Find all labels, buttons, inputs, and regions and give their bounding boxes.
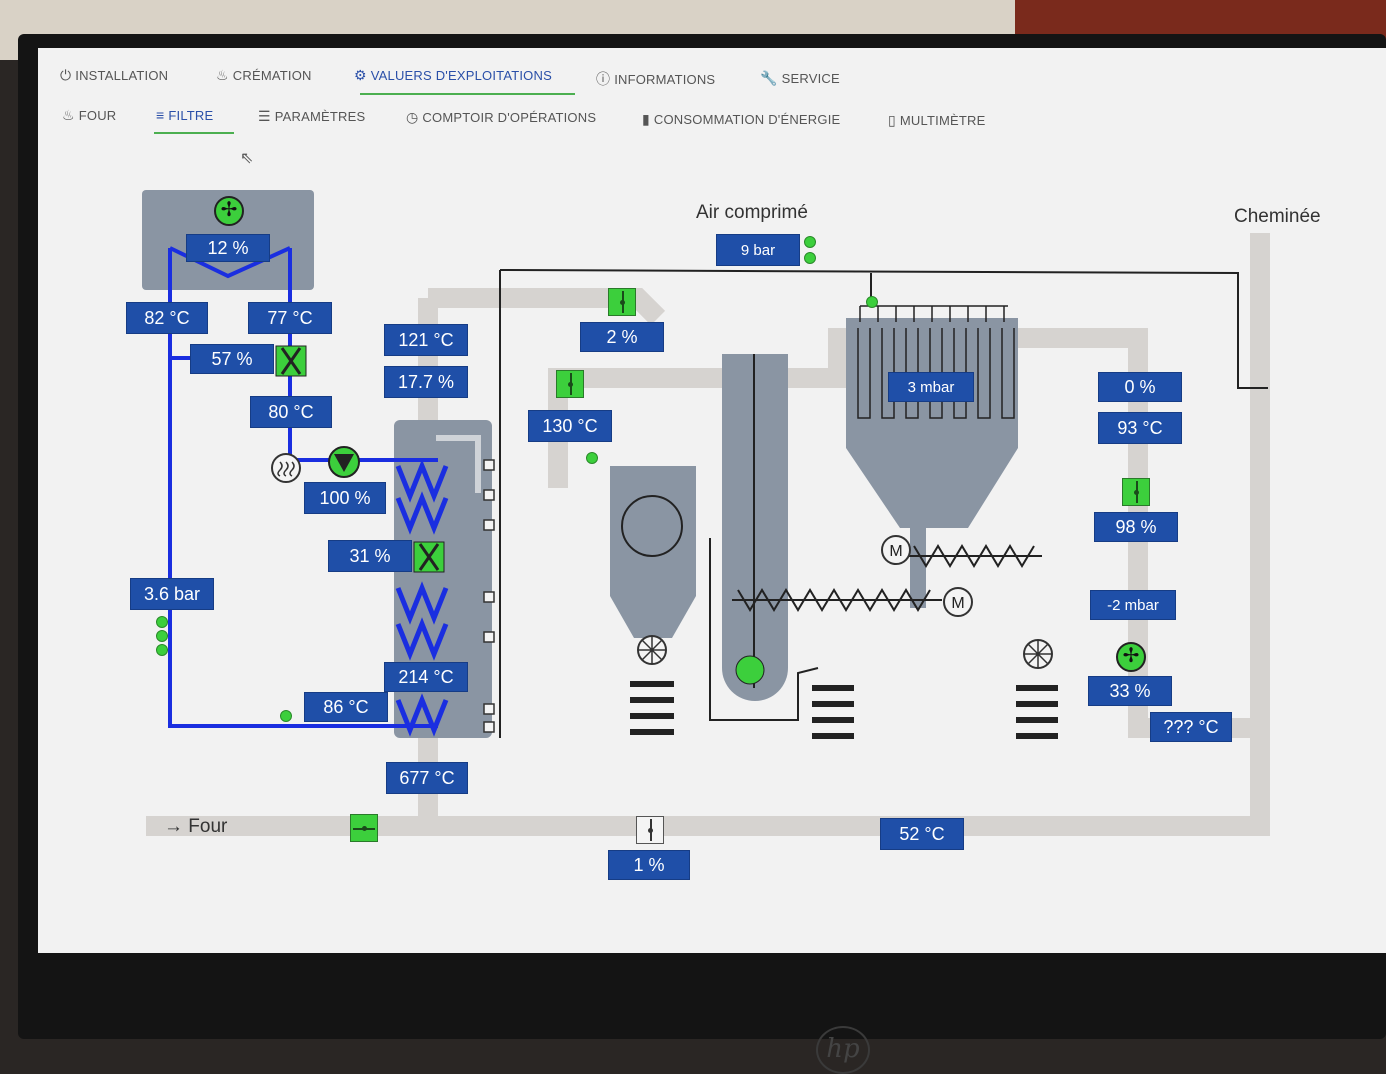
value-fan-speed[interactable]: 12 % (186, 234, 270, 262)
value-temp-121[interactable]: 121 °C (384, 324, 468, 356)
value-air-pressure[interactable]: 9 bar (716, 234, 800, 266)
status-dot (156, 630, 168, 642)
hp-logo: hp (816, 1026, 870, 1074)
svg-text:M: M (889, 543, 902, 560)
valve-four-icon[interactable] (350, 814, 378, 842)
value-temp-130[interactable]: 130 °C (528, 410, 612, 442)
bag-filter (846, 318, 1018, 528)
value-temp-82[interactable]: 82 °C (126, 302, 208, 334)
value-valve-98[interactable]: 98 % (1094, 512, 1178, 542)
value-temp-86[interactable]: 86 °C (304, 692, 388, 722)
chimney-label: Cheminée (1234, 206, 1321, 227)
valve-130c-icon[interactable] (556, 370, 584, 398)
value-valve-31[interactable]: 31 % (328, 540, 412, 572)
value-valve-57[interactable]: 57 % (190, 344, 274, 374)
svg-text:M: M (951, 595, 964, 612)
cyclone (610, 466, 696, 638)
value-temp-677[interactable]: 677 °C (386, 762, 468, 794)
value-percent-17[interactable]: 17.7 % (384, 366, 468, 398)
status-dot (156, 616, 168, 628)
four-label: → Four (164, 816, 228, 837)
status-dot (866, 296, 878, 308)
cooler-fan-icon[interactable]: ✢ (214, 196, 244, 226)
value-valve-2[interactable]: 2 % (580, 322, 664, 352)
value-percent-0[interactable]: 0 % (1098, 372, 1182, 402)
value-filter-pressure[interactable]: 3 mbar (888, 372, 974, 402)
process-diagram: M M (142, 190, 1270, 836)
status-dot (586, 452, 598, 464)
value-temp-unknown[interactable]: ??? °C (1150, 712, 1232, 742)
value-fan-33[interactable]: 33 % (1088, 676, 1172, 706)
value-temp-77[interactable]: 77 °C (248, 302, 332, 334)
valve-1pct-icon[interactable] (636, 816, 664, 844)
valve-98pct-icon[interactable] (1122, 478, 1150, 506)
value-pressure-36[interactable]: 3.6 bar (130, 578, 214, 610)
value-temp-93[interactable]: 93 °C (1098, 412, 1182, 444)
value-temp-52[interactable]: 52 °C (880, 818, 964, 850)
status-dot (156, 644, 168, 656)
value-pump-100[interactable]: 100 % (304, 482, 386, 514)
valve-2pct-icon[interactable] (608, 288, 636, 316)
value-draft-pressure[interactable]: -2 mbar (1090, 590, 1176, 620)
status-dot (280, 710, 292, 722)
status-dot (804, 236, 816, 248)
value-temp-214[interactable]: 214 °C (384, 662, 468, 692)
value-valve-1[interactable]: 1 % (608, 850, 690, 880)
value-temp-80[interactable]: 80 °C (250, 396, 332, 428)
status-dot (804, 252, 816, 264)
compressed-air-label: Air comprimé (696, 202, 808, 223)
exhaust-fan-icon[interactable]: ✢ (1116, 642, 1146, 672)
screen: ⏻ INSTALLATION ♨ CRÉMATION ⚙ VALUERS D'EXPL… (38, 48, 1386, 953)
